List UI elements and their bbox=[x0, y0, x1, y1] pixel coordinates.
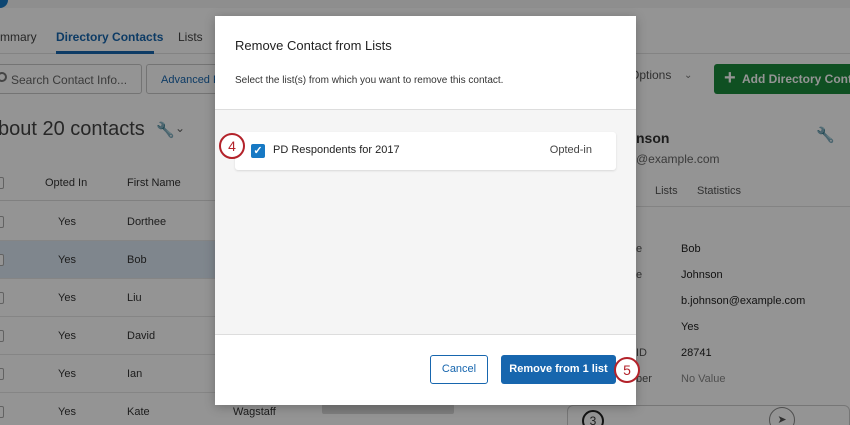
divider bbox=[215, 334, 636, 335]
callout-badge-5: 5 bbox=[614, 357, 640, 383]
remove-from-list-button[interactable]: Remove from 1 list bbox=[501, 355, 616, 384]
list-name: PD Respondents for 2017 bbox=[273, 144, 400, 156]
list-item[interactable]: ✓ PD Respondents for 2017 Opted-in bbox=[235, 132, 616, 170]
opt-in-status: Opted-in bbox=[549, 144, 592, 156]
list-checkbox[interactable]: ✓ bbox=[251, 144, 265, 158]
cancel-button[interactable]: Cancel bbox=[430, 355, 488, 384]
dialog-instructions: Select the list(s) from which you want t… bbox=[235, 75, 504, 86]
callout-badge-4: 4 bbox=[219, 133, 245, 159]
remove-contact-dialog: Remove Contact from Lists Select the lis… bbox=[215, 16, 636, 405]
dialog-title: Remove Contact from Lists bbox=[235, 38, 392, 53]
